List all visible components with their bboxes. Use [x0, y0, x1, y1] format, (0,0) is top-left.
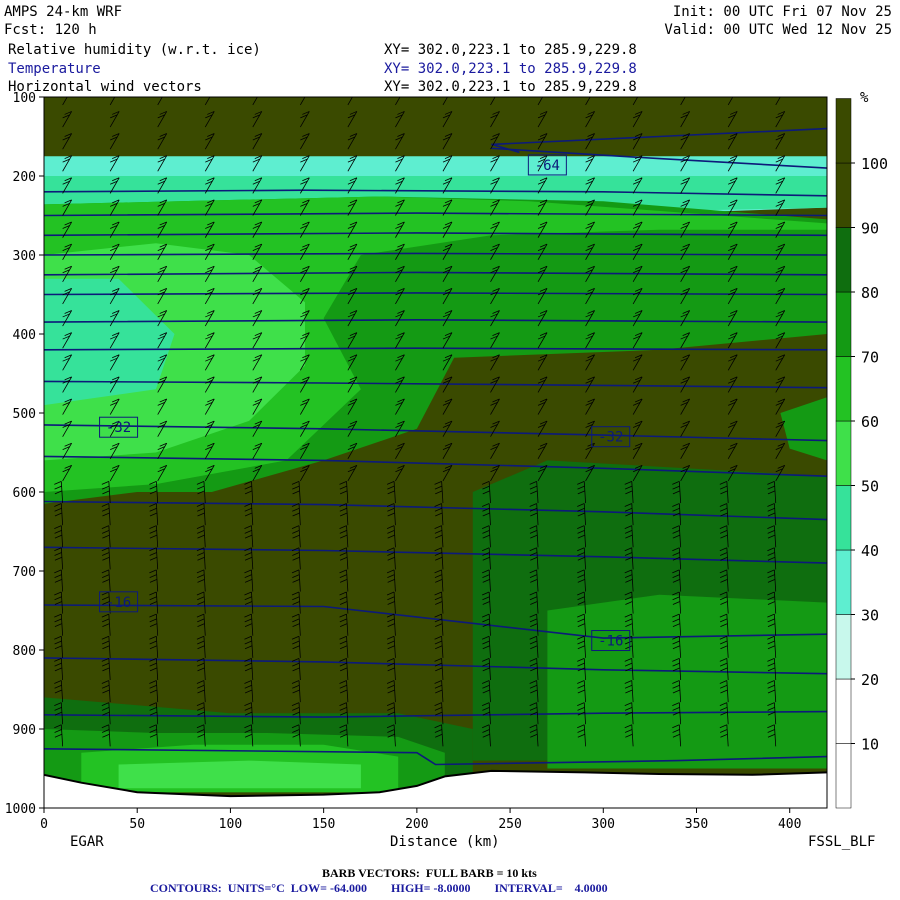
- colorbar-label: 80: [861, 284, 879, 302]
- barb-feather: [348, 93, 355, 96]
- barb-feather: [633, 93, 640, 96]
- y-tick-label: 400: [13, 328, 36, 343]
- barb-feather: [255, 89, 262, 92]
- colorbar-band: [835, 549, 852, 615]
- x-tick-label: 150: [312, 817, 335, 832]
- colorbar-label: 100: [861, 155, 888, 173]
- barb-feather: [205, 93, 212, 96]
- barb-feather: [110, 93, 117, 96]
- colorbar-band: [835, 356, 852, 422]
- y-tick-label: 600: [13, 486, 36, 501]
- colorbar-label: 90: [861, 220, 879, 238]
- barb-feather: [302, 89, 309, 92]
- x-tick-label: 400: [778, 817, 801, 832]
- colorbar-band: [835, 98, 852, 164]
- barb-feather: [728, 93, 735, 96]
- isotherm-label: -32: [106, 420, 131, 436]
- x-tick-label: 300: [592, 817, 615, 832]
- colorbar-label: 10: [861, 736, 879, 754]
- y-tick-label: 300: [13, 249, 36, 264]
- y-tick-label: 200: [13, 170, 36, 185]
- rh-region-80-right: [547, 594, 827, 769]
- barb-feather: [730, 89, 737, 92]
- colorbar-band: [835, 227, 852, 293]
- isotherm-label: -16: [598, 634, 623, 650]
- barb-feather: [492, 89, 499, 92]
- isotherm-label: -32: [598, 430, 623, 446]
- colorbar-label: 40: [861, 542, 879, 560]
- barb-feather: [635, 89, 642, 92]
- left-point-label: EGAR: [70, 834, 104, 850]
- colorbar-band: [835, 485, 852, 551]
- x-tick-label: 50: [129, 817, 145, 832]
- x-axis-label: Distance (km): [390, 834, 500, 850]
- pressure-axis: 100 200 300 400 500 600 700 800 900 1000: [5, 91, 44, 817]
- colorbar-band: [835, 678, 852, 744]
- x-tick-label: 250: [498, 817, 521, 832]
- cross-section-chart: -64-32-32-16-16 100200300400500600700800…: [5, 89, 888, 832]
- barb-feather: [445, 89, 452, 92]
- barb-feather: [63, 93, 70, 96]
- barb-feather: [65, 89, 72, 92]
- x-tick-label: 0: [40, 817, 48, 832]
- barb-feather: [683, 89, 690, 92]
- colorbar-band: [835, 743, 852, 809]
- barb-feather: [588, 89, 595, 92]
- x-tick-label: 100: [219, 817, 242, 832]
- right-point-label: FSSL_BLF: [808, 834, 876, 850]
- distance-axis: 0 50 100 150 200 250 300 350 400: [40, 808, 801, 832]
- barb-feather: [681, 93, 688, 96]
- barb-feather: [300, 93, 307, 96]
- y-tick-label: 1000: [5, 802, 36, 817]
- colorbar-unit: %: [860, 90, 869, 106]
- barb-feather: [395, 93, 402, 96]
- y-tick-label: 100: [13, 91, 36, 106]
- isotherm-label: -64: [535, 158, 560, 174]
- colorbar-band: [835, 162, 852, 228]
- colorbar-band: [835, 420, 852, 486]
- barb-feather: [350, 89, 357, 92]
- x-tick-label: 350: [685, 817, 708, 832]
- barb-legend: BARB VECTORS: FULL BARB = 10 kts: [322, 866, 537, 880]
- rh-region-60-low: [118, 760, 361, 789]
- colorbar-label: 20: [861, 671, 879, 689]
- colorbar-label: 30: [861, 607, 879, 625]
- barb-feather: [586, 93, 593, 96]
- barb-feather: [158, 93, 165, 96]
- barb-feather: [207, 89, 214, 92]
- y-tick-label: 800: [13, 644, 36, 659]
- y-tick-label: 700: [13, 565, 36, 580]
- colorbar-label: 50: [861, 478, 879, 496]
- y-tick-label: 500: [13, 407, 36, 422]
- barb-feather: [776, 93, 783, 96]
- barb-feather: [397, 89, 404, 92]
- barb-feather: [253, 93, 260, 96]
- rh-colorbar: 10 20 30 40 50 60 70 80 90 100: [835, 98, 888, 809]
- contour-legend: CONTOURS: UNITS=°C LOW= -64.000 HIGH= -8…: [150, 881, 608, 895]
- colorbar-label: 60: [861, 413, 879, 431]
- colorbar-label: 70: [861, 349, 879, 367]
- barb-feather: [160, 89, 167, 92]
- x-tick-label: 200: [405, 817, 428, 832]
- barb-feather: [443, 93, 450, 96]
- barb-feather: [491, 93, 498, 96]
- isotherm-label: -16: [106, 595, 131, 611]
- y-tick-label: 900: [13, 723, 36, 738]
- colorbar-band: [835, 291, 852, 357]
- barb-feather: [112, 89, 119, 92]
- barb-feather: [538, 93, 545, 96]
- barb-feather: [778, 89, 785, 92]
- colorbar-band: [835, 614, 852, 680]
- barb-feather: [540, 89, 547, 92]
